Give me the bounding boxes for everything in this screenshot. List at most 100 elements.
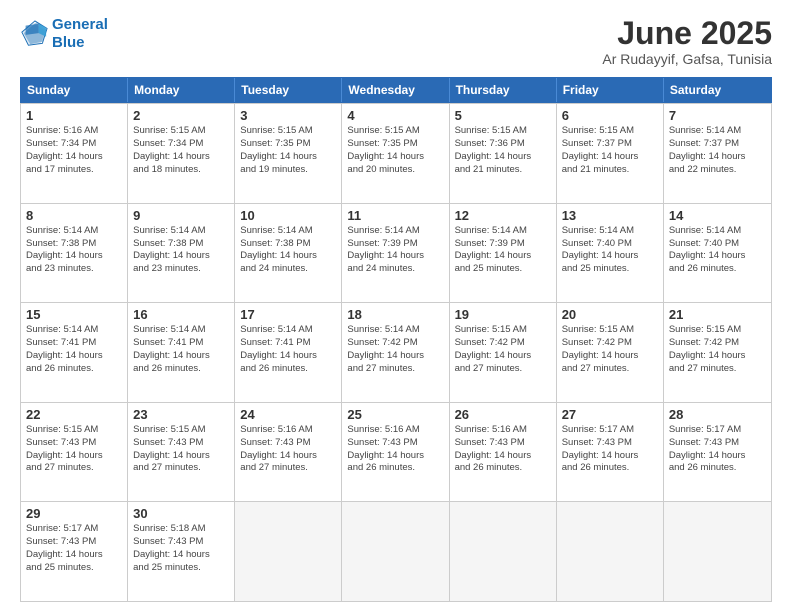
day-number: 12 <box>455 208 551 223</box>
calendar-week-1: 1Sunrise: 5:16 AM Sunset: 7:34 PM Daylig… <box>21 103 771 203</box>
weekday-header-tuesday: Tuesday <box>235 78 342 102</box>
day-cell-5: 5 Sunrise: 5:15 AM Sunset: 7:36 PM Daylig… <box>450 104 557 203</box>
calendar-week-2: 8 Sunrise: 5:14 AM Sunset: 7:38 PM Daylig… <box>21 203 771 303</box>
calendar-header: SundayMondayTuesdayWednesdayThursdayFrid… <box>20 77 772 103</box>
day-info: Sunrise: 5:16 AM Sunset: 7:43 PM Dayligh… <box>347 424 443 475</box>
day-cell-29: 29Sunrise: 5:17 AM Sunset: 7:43 PM Dayli… <box>21 502 128 601</box>
day-info: Sunrise: 5:14 AM Sunset: 7:39 PM Dayligh… <box>347 225 443 276</box>
day-cell-30: 30 Sunrise: 5:18 AM Sunset: 7:43 PM Dayli… <box>128 502 235 601</box>
day-cell-23: 23 Sunrise: 5:15 AM Sunset: 7:43 PM Dayli… <box>128 403 235 502</box>
weekday-header-monday: Monday <box>128 78 235 102</box>
day-cell-6: 6 Sunrise: 5:15 AM Sunset: 7:37 PM Daylig… <box>557 104 664 203</box>
day-cell-11: 11 Sunrise: 5:14 AM Sunset: 7:39 PM Dayli… <box>342 204 449 303</box>
day-cell-2: 2 Sunrise: 5:15 AM Sunset: 7:34 PM Daylig… <box>128 104 235 203</box>
day-number: 5 <box>455 108 551 123</box>
day-info: Sunrise: 5:15 AM Sunset: 7:42 PM Dayligh… <box>455 324 551 375</box>
day-info: Sunrise: 5:15 AM Sunset: 7:42 PM Dayligh… <box>669 324 766 375</box>
day-cell-4: 4 Sunrise: 5:15 AM Sunset: 7:35 PM Daylig… <box>342 104 449 203</box>
day-info: Sunrise: 5:14 AM Sunset: 7:38 PM Dayligh… <box>26 225 122 276</box>
day-cell-22: 22Sunrise: 5:15 AM Sunset: 7:43 PM Dayli… <box>21 403 128 502</box>
day-number: 4 <box>347 108 443 123</box>
day-info: Sunrise: 5:17 AM Sunset: 7:43 PM Dayligh… <box>562 424 658 475</box>
logo: General Blue <box>20 16 108 52</box>
day-number: 15 <box>26 307 122 322</box>
day-info: Sunrise: 5:14 AM Sunset: 7:41 PM Dayligh… <box>240 324 336 375</box>
day-info: Sunrise: 5:17 AM Sunset: 7:43 PM Dayligh… <box>669 424 766 475</box>
day-number: 17 <box>240 307 336 322</box>
day-info: Sunrise: 5:15 AM Sunset: 7:43 PM Dayligh… <box>133 424 229 475</box>
day-info: Sunrise: 5:16 AM Sunset: 7:43 PM Dayligh… <box>240 424 336 475</box>
weekday-header-friday: Friday <box>557 78 664 102</box>
day-info: Sunrise: 5:15 AM Sunset: 7:43 PM Dayligh… <box>26 424 122 475</box>
day-cell-28: 28 Sunrise: 5:17 AM Sunset: 7:43 PM Dayli… <box>664 403 771 502</box>
weekday-header-wednesday: Wednesday <box>342 78 449 102</box>
day-number: 9 <box>133 208 229 223</box>
day-number: 18 <box>347 307 443 322</box>
day-number: 3 <box>240 108 336 123</box>
day-number: 30 <box>133 506 229 521</box>
day-info: Sunrise: 5:15 AM Sunset: 7:42 PM Dayligh… <box>562 324 658 375</box>
day-cell-10: 10 Sunrise: 5:14 AM Sunset: 7:38 PM Dayli… <box>235 204 342 303</box>
day-number: 14 <box>669 208 766 223</box>
day-cell-27: 27Sunrise: 5:17 AM Sunset: 7:43 PM Dayli… <box>557 403 664 502</box>
day-info: Sunrise: 5:14 AM Sunset: 7:38 PM Dayligh… <box>133 225 229 276</box>
empty-cell <box>342 502 449 601</box>
day-cell-15: 15 Sunrise: 5:14 AM Sunset: 7:41 PM Dayli… <box>21 303 128 402</box>
empty-cell <box>450 502 557 601</box>
title-block: June 2025 Ar Rudayyif, Gafsa, Tunisia <box>602 16 772 67</box>
calendar-week-5: 29Sunrise: 5:17 AM Sunset: 7:43 PM Dayli… <box>21 501 771 601</box>
day-number: 20 <box>562 307 658 322</box>
day-number: 1 <box>26 108 122 123</box>
day-cell-18: 18Sunrise: 5:14 AM Sunset: 7:42 PM Dayli… <box>342 303 449 402</box>
weekday-header-saturday: Saturday <box>664 78 771 102</box>
day-number: 26 <box>455 407 551 422</box>
day-info: Sunrise: 5:15 AM Sunset: 7:37 PM Dayligh… <box>562 125 658 176</box>
day-number: 6 <box>562 108 658 123</box>
day-number: 16 <box>133 307 229 322</box>
day-cell-17: 17 Sunrise: 5:14 AM Sunset: 7:41 PM Dayli… <box>235 303 342 402</box>
day-info: Sunrise: 5:15 AM Sunset: 7:35 PM Dayligh… <box>347 125 443 176</box>
weekday-header-sunday: Sunday <box>21 78 128 102</box>
day-cell-20: 20 Sunrise: 5:15 AM Sunset: 7:42 PM Dayli… <box>557 303 664 402</box>
day-info: Sunrise: 5:15 AM Sunset: 7:36 PM Dayligh… <box>455 125 551 176</box>
day-number: 19 <box>455 307 551 322</box>
calendar-week-4: 22Sunrise: 5:15 AM Sunset: 7:43 PM Dayli… <box>21 402 771 502</box>
day-info: Sunrise: 5:18 AM Sunset: 7:43 PM Dayligh… <box>133 523 229 574</box>
day-info: Sunrise: 5:14 AM Sunset: 7:40 PM Dayligh… <box>562 225 658 276</box>
day-info: Sunrise: 5:14 AM Sunset: 7:38 PM Dayligh… <box>240 225 336 276</box>
logo-icon <box>20 20 48 48</box>
day-number: 28 <box>669 407 766 422</box>
day-cell-16: 16Sunrise: 5:14 AM Sunset: 7:41 PM Dayli… <box>128 303 235 402</box>
logo-blue: Blue <box>52 34 85 51</box>
day-number: 21 <box>669 307 766 322</box>
month-title: June 2025 <box>602 16 772 51</box>
day-info: Sunrise: 5:14 AM Sunset: 7:40 PM Dayligh… <box>669 225 766 276</box>
calendar-week-3: 15 Sunrise: 5:14 AM Sunset: 7:41 PM Dayli… <box>21 302 771 402</box>
day-number: 23 <box>133 407 229 422</box>
day-number: 8 <box>26 208 122 223</box>
day-cell-19: 19 Sunrise: 5:15 AM Sunset: 7:42 PM Dayli… <box>450 303 557 402</box>
day-cell-1: 1Sunrise: 5:16 AM Sunset: 7:34 PM Daylig… <box>21 104 128 203</box>
calendar-body: 1Sunrise: 5:16 AM Sunset: 7:34 PM Daylig… <box>20 103 772 602</box>
day-number: 10 <box>240 208 336 223</box>
day-cell-13: 13 Sunrise: 5:14 AM Sunset: 7:40 PM Dayli… <box>557 204 664 303</box>
day-info: Sunrise: 5:16 AM Sunset: 7:43 PM Dayligh… <box>455 424 551 475</box>
day-number: 13 <box>562 208 658 223</box>
header: General Blue June 2025 Ar Rudayyif, Gafs… <box>20 16 772 67</box>
day-info: Sunrise: 5:15 AM Sunset: 7:34 PM Dayligh… <box>133 125 229 176</box>
day-number: 11 <box>347 208 443 223</box>
day-cell-14: 14 Sunrise: 5:14 AM Sunset: 7:40 PM Dayli… <box>664 204 771 303</box>
day-cell-26: 26 Sunrise: 5:16 AM Sunset: 7:43 PM Dayli… <box>450 403 557 502</box>
day-info: Sunrise: 5:17 AM Sunset: 7:43 PM Dayligh… <box>26 523 122 574</box>
day-cell-3: 3 Sunrise: 5:15 AM Sunset: 7:35 PM Daylig… <box>235 104 342 203</box>
day-number: 2 <box>133 108 229 123</box>
day-info: Sunrise: 5:14 AM Sunset: 7:41 PM Dayligh… <box>26 324 122 375</box>
logo-text: General Blue <box>52 16 108 52</box>
day-info: Sunrise: 5:14 AM Sunset: 7:39 PM Dayligh… <box>455 225 551 276</box>
day-cell-25: 25Sunrise: 5:16 AM Sunset: 7:43 PM Dayli… <box>342 403 449 502</box>
day-cell-21: 21 Sunrise: 5:15 AM Sunset: 7:42 PM Dayli… <box>664 303 771 402</box>
day-cell-7: 7Sunrise: 5:14 AM Sunset: 7:37 PM Daylig… <box>664 104 771 203</box>
day-cell-9: 9 Sunrise: 5:14 AM Sunset: 7:38 PM Daylig… <box>128 204 235 303</box>
day-info: Sunrise: 5:15 AM Sunset: 7:35 PM Dayligh… <box>240 125 336 176</box>
day-number: 7 <box>669 108 766 123</box>
